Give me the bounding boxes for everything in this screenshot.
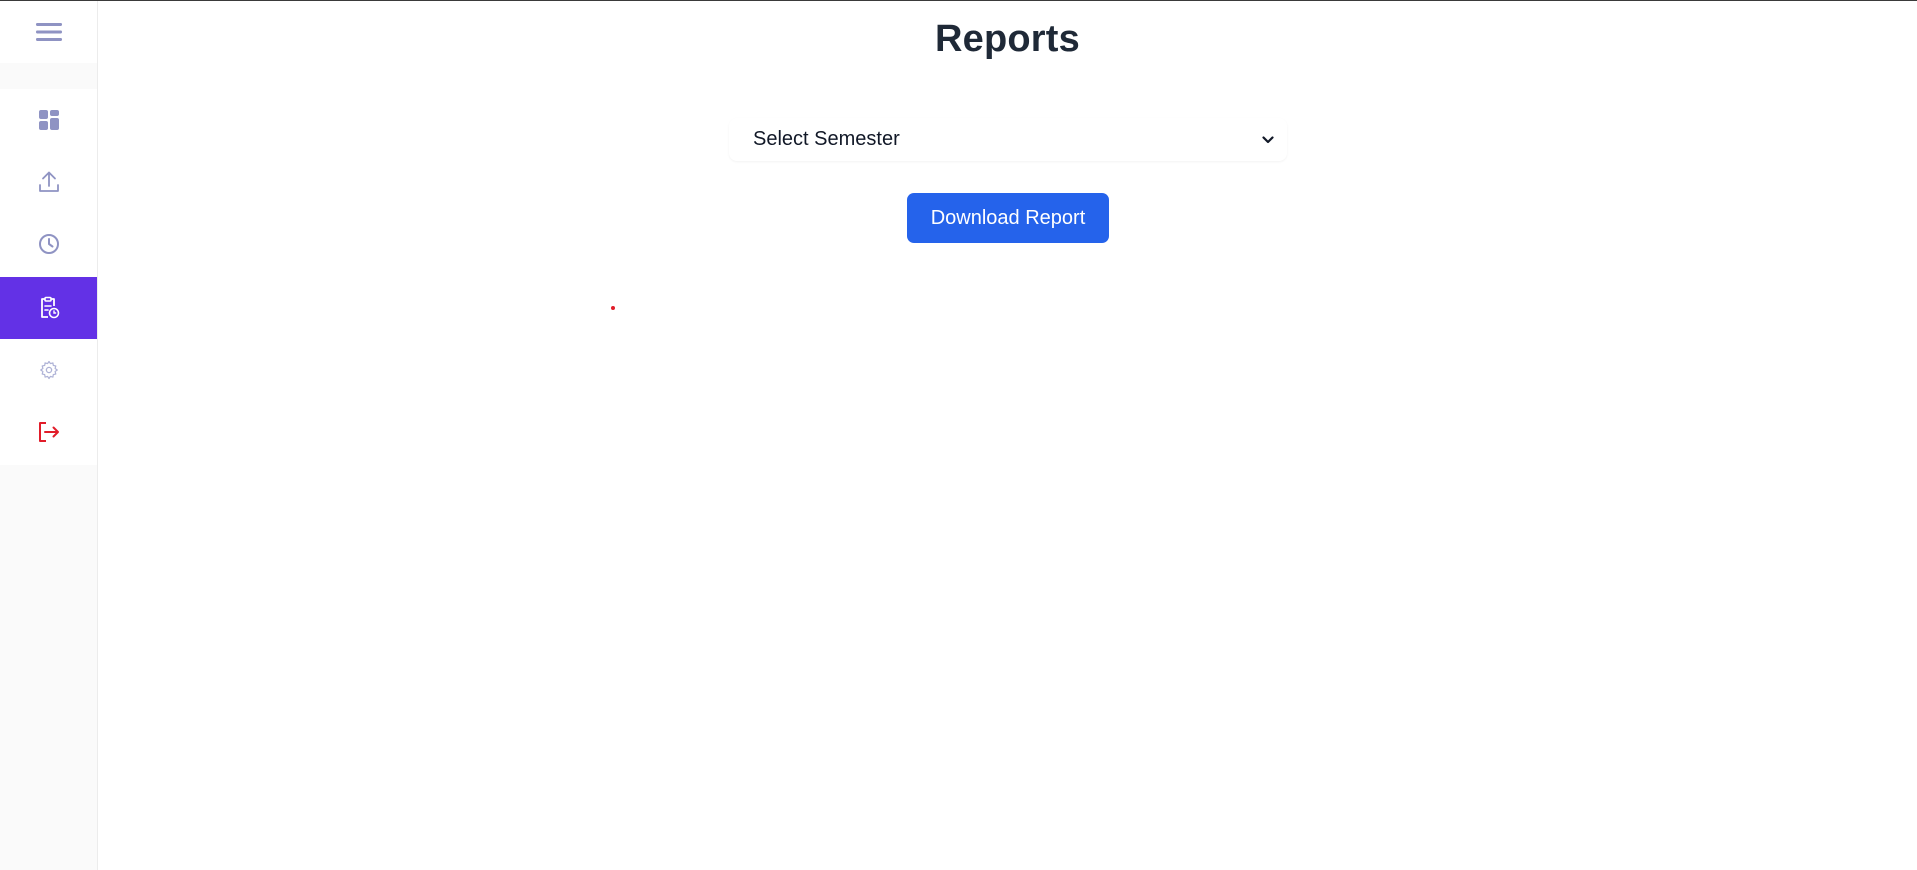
- hamburger-menu-icon: [35, 23, 62, 41]
- dashboard-icon: [38, 110, 59, 130]
- gear-icon: [39, 360, 58, 380]
- logout-icon: [38, 422, 59, 442]
- main-content: Reports Select Semester Download Report: [98, 1, 1917, 870]
- clipboard-report-icon: [40, 296, 59, 319]
- upload-icon: [38, 171, 59, 192]
- sidebar-item-history[interactable]: [0, 213, 97, 275]
- sidebar-item-dashboard[interactable]: [0, 89, 97, 151]
- menu-toggle-button[interactable]: [0, 1, 97, 63]
- red-dot-marker: [611, 306, 615, 310]
- sidebar-item-upload[interactable]: [0, 151, 97, 213]
- download-report-button[interactable]: Download Report: [907, 193, 1109, 243]
- sidebar: [0, 1, 98, 870]
- page-title: Reports: [935, 18, 1080, 60]
- semester-select[interactable]: Select Semester: [729, 118, 1287, 161]
- sidebar-item-settings[interactable]: [0, 339, 97, 401]
- clock-icon: [38, 234, 59, 254]
- sidebar-item-logout[interactable]: [0, 401, 97, 463]
- semester-select-value: Select Semester: [753, 128, 900, 150]
- sidebar-nav: [0, 89, 97, 465]
- sidebar-item-reports[interactable]: [0, 277, 97, 339]
- chevron-down-icon: [1262, 135, 1274, 143]
